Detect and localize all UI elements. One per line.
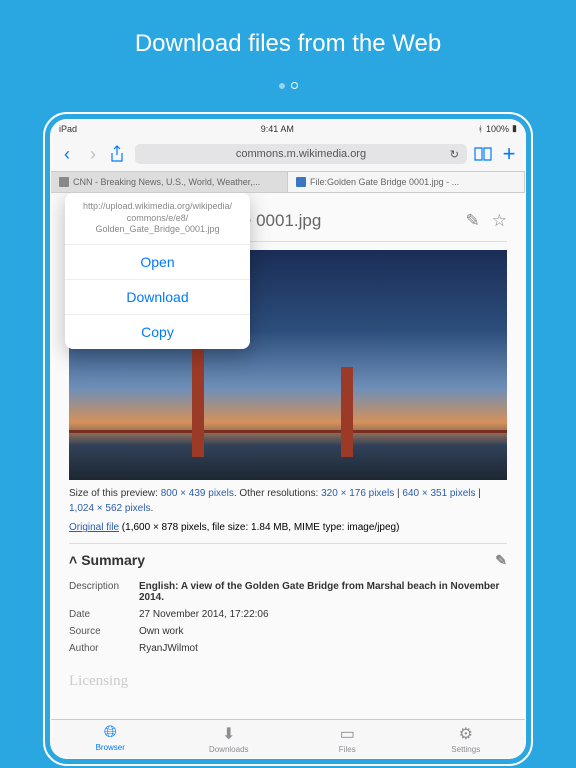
meta-key: Author — [69, 643, 139, 654]
folder-icon: ▭ — [288, 724, 407, 744]
size-link-b[interactable]: 640 × 351 pixels — [402, 488, 475, 499]
meta-key: Source — [69, 626, 139, 637]
tab-label: File:Golden Gate Bridge 0001.jpg - ... — [310, 177, 459, 187]
battery-icon: ▮ — [512, 123, 517, 134]
url-bar[interactable]: commons.m.wikimedia.org ↻ — [135, 144, 467, 164]
popover-download[interactable]: Download — [65, 280, 250, 315]
bottom-tabbar: 🌐︎Browser ⬇Downloads ▭Files ⚙Settings — [51, 719, 525, 758]
table-row: SourceOwn work — [69, 623, 507, 640]
share-button[interactable] — [109, 145, 129, 163]
caption-text: Size of this preview: — [69, 488, 161, 499]
size-link-main[interactable]: 800 × 439 pixels — [161, 488, 234, 499]
gear-icon: ⚙ — [407, 724, 526, 744]
edit-icon[interactable]: ✎ — [495, 552, 507, 569]
globe-icon: 🌐︎ — [51, 724, 170, 742]
page-dots — [0, 76, 576, 94]
summary-table: DescriptionEnglish: A view of the Golden… — [69, 578, 507, 657]
meta-value: Own work — [139, 626, 507, 637]
meta-value: RyanJWilmot — [139, 643, 507, 654]
device-label: iPad — [59, 124, 77, 134]
edit-icon[interactable]: ✎ — [466, 211, 480, 231]
star-icon[interactable]: ☆ — [492, 211, 507, 231]
tab-label: CNN - Breaking News, U.S., World, Weathe… — [73, 177, 260, 187]
tabbar-files[interactable]: ▭Files — [288, 724, 407, 754]
battery-pct: 100% — [486, 124, 509, 134]
favicon-icon — [296, 177, 306, 187]
popover-copy[interactable]: Copy — [65, 315, 250, 349]
popover-open[interactable]: Open — [65, 245, 250, 280]
tabbar-label: Settings — [451, 745, 480, 754]
tab-wikimedia[interactable]: File:Golden Gate Bridge 0001.jpg - ... — [288, 172, 525, 192]
original-file-line: Original file (1,600 × 878 pixels, file … — [69, 522, 507, 533]
meta-value: 27 November 2014, 17:22:06 — [139, 609, 507, 620]
table-row: AuthorRyanJWilmot — [69, 640, 507, 657]
back-button[interactable]: ‹ — [57, 144, 77, 165]
reload-icon[interactable]: ↻ — [450, 148, 459, 161]
summary-section: ˄Summary ✎ DescriptionEnglish: A view of … — [69, 543, 507, 657]
tab-strip: CNN - Breaking News, U.S., World, Weathe… — [51, 172, 525, 193]
forward-button[interactable]: › — [83, 144, 103, 165]
caption-text: . Other resolutions: — [234, 488, 321, 499]
meta-key: Description — [69, 581, 139, 603]
original-file-link[interactable]: Original file — [69, 522, 119, 533]
url-text: commons.m.wikimedia.org — [236, 148, 366, 160]
status-bar: iPad 9:41 AM ᚼ 100% ▮ — [51, 120, 525, 137]
meta-key: Date — [69, 609, 139, 620]
meta-value: English: A view of the Golden Gate Bridg… — [139, 581, 507, 603]
tabbar-settings[interactable]: ⚙Settings — [407, 724, 526, 754]
tabbar-downloads[interactable]: ⬇Downloads — [170, 724, 289, 754]
table-row: Date27 November 2014, 17:22:06 — [69, 606, 507, 623]
image-caption: Size of this preview: 800 × 439 pixels. … — [69, 486, 507, 516]
tabbar-label: Browser — [96, 743, 125, 752]
new-tab-button[interactable]: + — [499, 141, 519, 167]
favicon-icon — [59, 177, 69, 187]
original-file-info: (1,600 × 878 pixels, file size: 1.84 MB,… — [119, 522, 399, 533]
licensing-heading: Licensing — [69, 673, 507, 690]
size-link-a[interactable]: 320 × 176 pixels — [321, 488, 394, 499]
device-frame: iPad 9:41 AM ᚼ 100% ▮ ‹ › commons.m.wiki… — [43, 112, 533, 766]
size-link-c[interactable]: 1,024 × 562 pixels — [69, 503, 150, 514]
status-time: 9:41 AM — [261, 124, 294, 134]
tabbar-label: Files — [339, 745, 356, 754]
chevron-up-icon[interactable]: ˄ — [69, 552, 77, 568]
tabbar-browser[interactable]: 🌐︎Browser — [51, 724, 170, 754]
popover-url: http://upload.wikimedia.org/wikipedia/ c… — [65, 193, 250, 245]
page-content: File:Golden Gate Bridge 0001.jpg ✎ ☆ Siz… — [51, 193, 525, 729]
tab-cnn[interactable]: CNN - Breaking News, U.S., World, Weathe… — [51, 172, 288, 192]
section-heading: Summary — [81, 552, 145, 568]
download-icon: ⬇ — [170, 724, 289, 744]
bluetooth-icon: ᚼ — [478, 124, 483, 134]
promo-title: Download files from the Web — [0, 0, 576, 76]
link-action-popover: http://upload.wikimedia.org/wikipedia/ c… — [65, 193, 250, 349]
table-row: DescriptionEnglish: A view of the Golden… — [69, 578, 507, 606]
browser-toolbar: ‹ › commons.m.wikimedia.org ↻ + — [51, 137, 525, 172]
screen: iPad 9:41 AM ᚼ 100% ▮ ‹ › commons.m.wiki… — [50, 119, 526, 759]
tabbar-label: Downloads — [209, 745, 249, 754]
bookmarks-button[interactable] — [473, 146, 493, 162]
